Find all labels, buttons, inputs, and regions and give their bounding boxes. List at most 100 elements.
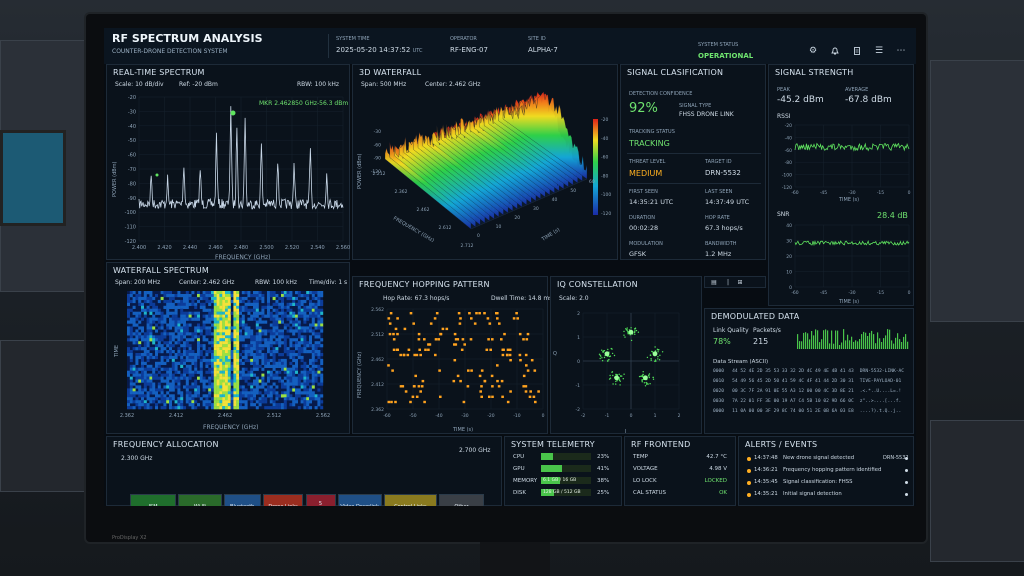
waterfall-cell — [152, 355, 156, 360]
waterfall-cell — [255, 406, 259, 410]
waterfall-cell — [239, 317, 242, 321]
allocation-band[interactable]: Control Links — [383, 494, 437, 506]
waterfall-cell — [309, 379, 312, 383]
waterfall-cell — [129, 391, 133, 395]
waterfall-cell — [211, 296, 214, 301]
waterfall-3d-chart[interactable]: -20-40-60-80-100-120 -30-60-90-120 2.212… — [353, 89, 619, 261]
hopping-chart[interactable]: 2.5622.5122.4622.4122.362-60 -50 -40 -30 -20… — [353, 303, 549, 435]
waterfall-cell — [317, 353, 321, 357]
waterfall-cell — [261, 294, 265, 298]
packet-bar — [873, 334, 875, 349]
marker-point[interactable] — [230, 110, 236, 116]
waterfall-cell — [213, 347, 217, 351]
waterfall-cell — [292, 338, 296, 342]
waterfall-cell — [129, 335, 133, 339]
waterfall-cell — [227, 394, 231, 398]
rssi-chart[interactable]: -20-40-60-80-100-120-60 -45 -30 -15 0 TIME (… — [769, 121, 915, 203]
waterfall-cell — [185, 397, 189, 401]
allocation-band[interactable]: Video Downlink — [337, 494, 382, 506]
span-label: Span: 200 MHz — [115, 279, 161, 286]
waterfall-cell — [230, 332, 234, 336]
waterfall-cell — [135, 347, 139, 351]
waterfall-cell — [208, 317, 212, 321]
more-icon[interactable]: ⋯ — [896, 46, 906, 56]
allocation-band[interactable]: ISM — [130, 494, 177, 506]
chart-icon[interactable]: ▤ — [709, 278, 719, 288]
alert-message[interactable]: New drone signal detected — [783, 455, 854, 461]
waterfall-cell — [244, 335, 248, 339]
waterfall-cell — [132, 332, 136, 336]
waterfall-cell — [241, 388, 245, 392]
waterfall-cell — [314, 406, 318, 410]
waterfall-cell — [292, 323, 296, 327]
waterfall-chart[interactable]: 2.362 2.412 2.462 2.512 2.562 TIME FREQUENCY… — [107, 287, 351, 435]
alert-message[interactable]: Signal classification: FHSS — [783, 479, 852, 485]
x-tick-label: 2.500 — [259, 245, 273, 251]
waterfall-cell — [202, 294, 206, 298]
waterfall-cell — [160, 326, 164, 330]
waterfall-cell — [160, 376, 164, 380]
waterfall-cell — [272, 323, 276, 327]
packets-value: 215 — [753, 337, 769, 346]
rssi-label: RSSI — [777, 113, 791, 120]
waterfall-cell — [129, 376, 133, 380]
hop-marker — [420, 385, 424, 388]
waterfall-cell — [138, 353, 142, 357]
snr-chart[interactable]: 403020100-60 -45 -30 -15 0 TIME (s) — [769, 221, 915, 305]
hop-marker — [452, 379, 456, 383]
waterfall-cell — [188, 296, 192, 301]
waterfall-cell — [250, 332, 254, 336]
hop-marker — [423, 400, 426, 404]
waterfall-cell — [143, 299, 147, 304]
allocation-band[interactable]: Bluetooth — [223, 494, 261, 506]
allocation-band[interactable]: Wi-Fi — [178, 494, 222, 506]
expand-icon[interactable]: ⊞ — [735, 278, 745, 288]
packet-bar — [833, 343, 835, 349]
waterfall-cell — [197, 388, 200, 392]
waterfall-cell — [185, 353, 189, 357]
packet-bar — [871, 330, 873, 349]
waterfall-cell — [155, 323, 158, 327]
waterfall-cell — [278, 406, 282, 410]
waterfall-cell — [272, 382, 276, 386]
allocation-band[interactable]: Drone Links — [262, 494, 304, 506]
alert-message[interactable]: Frequency hopping pattern identified — [783, 467, 881, 473]
waterfall-cell — [216, 294, 220, 298]
waterfall-cell — [146, 382, 150, 386]
waterfall-cell — [281, 332, 284, 336]
waterfall-cell — [225, 317, 228, 321]
document-icon[interactable] — [852, 46, 862, 56]
hop-marker — [457, 312, 461, 315]
waterfall-cell — [292, 400, 296, 404]
allocation-band[interactable]: 5 Telemetry — [305, 494, 336, 506]
waterfall-cell — [258, 400, 262, 404]
waterfall-cell — [297, 347, 301, 351]
telemetry-label: DISK — [513, 490, 526, 496]
y-tick-label: -100 — [782, 173, 792, 179]
alert-message[interactable]: Initial signal detection — [783, 491, 842, 497]
realtime-spectrum-chart[interactable]: -20-30-40-50-60-70-80-90-100-110-1202.40… — [107, 89, 351, 261]
waterfall-cell — [267, 361, 270, 365]
settings-icon[interactable]: ⚙ — [808, 46, 818, 56]
waterfall-cell — [149, 291, 153, 295]
waterfall-cell — [247, 373, 251, 377]
waterfall-cell — [253, 394, 256, 398]
packet-bar — [815, 329, 817, 349]
classification-panel: SIGNAL CLASIFICATION DETECTION CONFIDENC… — [620, 64, 766, 260]
waterfall-cell — [152, 391, 156, 395]
waterfall-cell — [258, 335, 262, 339]
waterfall-cell — [255, 305, 259, 309]
waterfall-cell — [300, 373, 304, 377]
waterfall-cell — [211, 361, 214, 365]
waterfall-cell — [255, 355, 259, 360]
waterfall-cell — [297, 394, 301, 398]
waterfall-cell — [183, 332, 186, 336]
list-icon[interactable]: ☰ — [874, 46, 884, 56]
allocation-band[interactable]: Other — [439, 494, 484, 506]
iq-chart[interactable]: -2 -1 0 1 2210-1-2 I Q — [551, 303, 703, 435]
x-tick-label: -50 — [409, 413, 416, 419]
hop-marker — [501, 353, 505, 357]
waterfall-cell — [314, 302, 318, 306]
waterfall-surface — [384, 91, 588, 230]
bell-icon[interactable] — [830, 46, 840, 56]
